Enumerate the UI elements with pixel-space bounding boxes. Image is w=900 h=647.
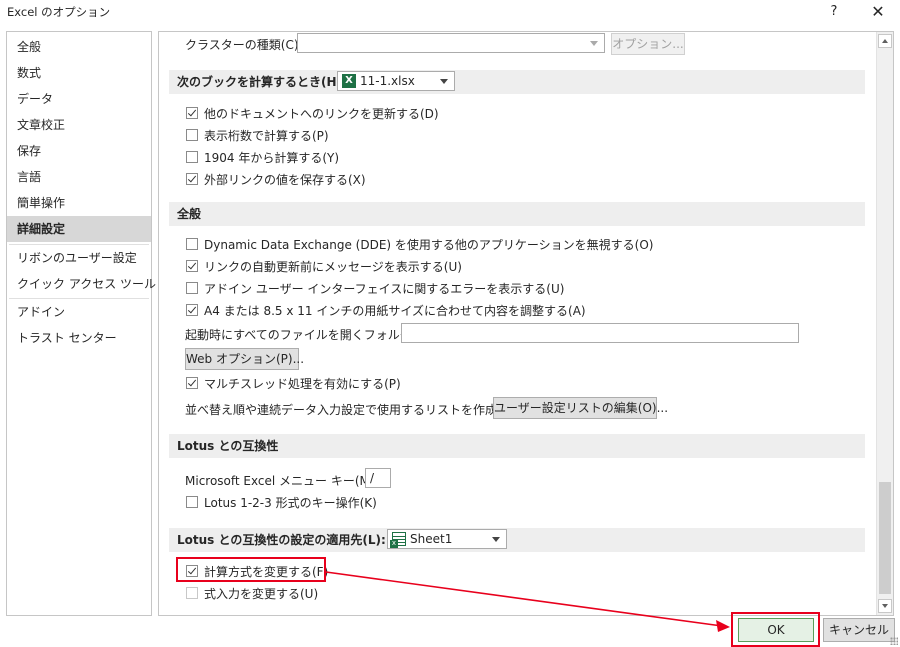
ok-button[interactable]: OK [738, 618, 814, 642]
resize-grip-icon[interactable] [890, 637, 898, 645]
annotation-arrow [325, 571, 730, 632]
cancel-button[interactable]: キャンセル [823, 618, 895, 642]
